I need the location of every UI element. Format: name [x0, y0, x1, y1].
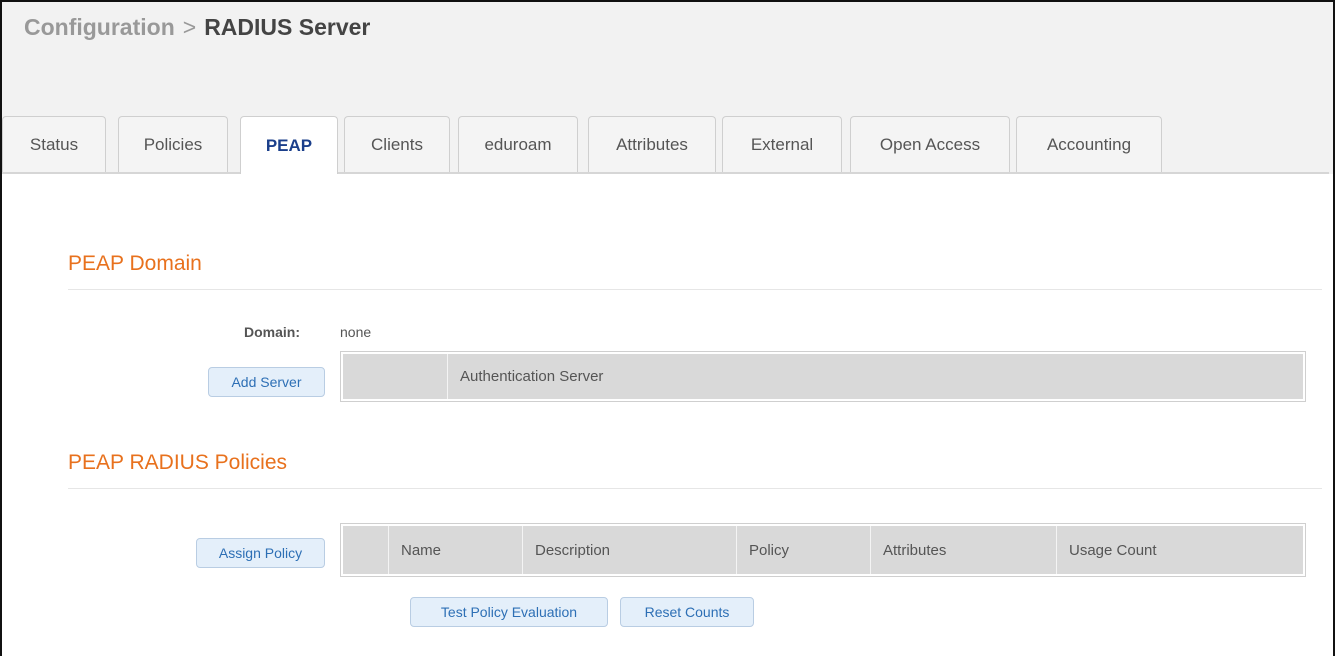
- tab-open-access[interactable]: Open Access: [850, 116, 1010, 172]
- peap-domain-divider: [68, 289, 1322, 290]
- tab-external[interactable]: External: [722, 116, 842, 172]
- tab-clients[interactable]: Clients: [344, 116, 450, 172]
- select-column-header: [343, 526, 389, 574]
- breadcrumb: Configuration > RADIUS Server: [24, 14, 370, 41]
- breadcrumb-current: RADIUS Server: [204, 14, 371, 40]
- tab-policies[interactable]: Policies: [118, 116, 228, 172]
- column-header-name[interactable]: Name: [389, 526, 523, 574]
- table-header-row: Name Description Policy Attributes Usage…: [343, 526, 1303, 574]
- tab-peap[interactable]: PEAP: [240, 116, 338, 174]
- test-policy-evaluation-button[interactable]: Test Policy Evaluation: [410, 597, 608, 627]
- select-column-header: [343, 354, 448, 399]
- assign-policy-button[interactable]: Assign Policy: [196, 538, 325, 568]
- radius-policies-table: Name Description Policy Attributes Usage…: [340, 523, 1306, 577]
- tab-underline: [2, 172, 1329, 174]
- peap-domain-heading: PEAP Domain: [68, 252, 202, 275]
- column-header-description[interactable]: Description: [523, 526, 737, 574]
- tab-attributes[interactable]: Attributes: [588, 116, 716, 172]
- column-header-usage-count[interactable]: Usage Count: [1057, 526, 1303, 574]
- authentication-server-table: Authentication Server: [340, 351, 1306, 402]
- domain-value: none: [340, 324, 372, 340]
- table-header-row: Authentication Server: [343, 354, 1303, 399]
- column-header-attributes[interactable]: Attributes: [871, 526, 1057, 574]
- tab-bar: Status Policies PEAP Clients eduroam Att…: [2, 116, 1333, 174]
- reset-counts-button[interactable]: Reset Counts: [620, 597, 754, 627]
- column-header-policy[interactable]: Policy: [737, 526, 871, 574]
- breadcrumb-parent[interactable]: Configuration: [24, 14, 175, 40]
- breadcrumb-separator: >: [182, 14, 197, 40]
- tab-status[interactable]: Status: [2, 116, 106, 172]
- column-header-authentication-server[interactable]: Authentication Server: [448, 354, 1303, 399]
- peap-policies-divider: [68, 488, 1322, 489]
- add-server-button[interactable]: Add Server: [208, 367, 325, 397]
- domain-label: Domain:: [244, 324, 300, 340]
- tab-accounting[interactable]: Accounting: [1016, 116, 1162, 172]
- tab-eduroam[interactable]: eduroam: [458, 116, 578, 172]
- peap-radius-policies-heading: PEAP RADIUS Policies: [68, 451, 288, 474]
